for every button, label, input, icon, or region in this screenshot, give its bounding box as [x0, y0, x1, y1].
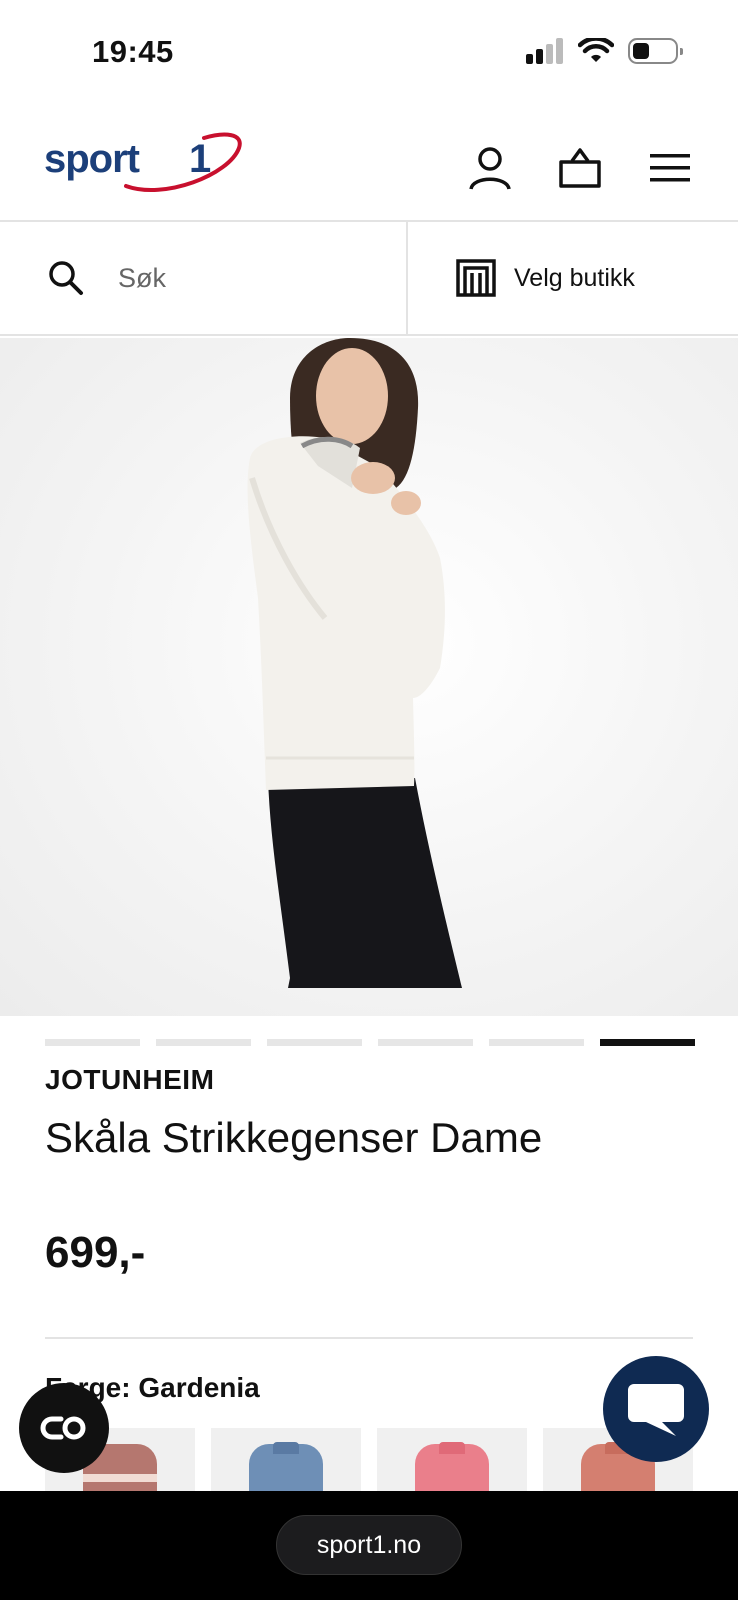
- carousel-dot[interactable]: [45, 1039, 140, 1046]
- site-header: sport 1: [0, 100, 738, 222]
- color-swatch[interactable]: [211, 1428, 361, 1492]
- search-row: Søk Velg butikk: [0, 222, 738, 336]
- carousel-dot[interactable]: [489, 1039, 584, 1046]
- carousel-dot-active[interactable]: [600, 1039, 695, 1046]
- chat-button[interactable]: [603, 1356, 709, 1462]
- chat-bubble-icon: [628, 1384, 684, 1436]
- store-icon: [456, 259, 496, 297]
- search-icon: [49, 261, 83, 295]
- product-brand[interactable]: JOTUNHEIM: [45, 1064, 214, 1096]
- basket-icon[interactable]: [556, 144, 604, 192]
- product-image[interactable]: [0, 338, 738, 1016]
- account-icon[interactable]: [466, 144, 514, 192]
- select-store-button[interactable]: Velg butikk: [408, 222, 738, 334]
- url-bar[interactable]: sport1.no: [276, 1515, 462, 1575]
- search-input[interactable]: Søk: [0, 222, 408, 334]
- divider: [45, 1337, 693, 1339]
- wifi-icon: [578, 38, 614, 62]
- product-name: Skåla Strikkegenser Dame: [45, 1114, 543, 1161]
- carousel-dot[interactable]: [378, 1039, 473, 1046]
- color-swatch[interactable]: [377, 1428, 527, 1492]
- search-placeholder: Søk: [118, 262, 167, 293]
- accessibility-button[interactable]: [19, 1383, 109, 1473]
- accessibility-icon: [40, 1416, 86, 1440]
- carousel-dot[interactable]: [156, 1039, 251, 1046]
- sport1-logo[interactable]: sport 1: [44, 130, 244, 194]
- image-carousel-indicator: [45, 1039, 695, 1046]
- color-swatches: [45, 1428, 693, 1492]
- product-photo-illustration: [247, 338, 462, 988]
- status-time: 19:45: [92, 34, 174, 69]
- status-bar: 19:45: [0, 0, 738, 100]
- signal-icon: [526, 38, 563, 64]
- browser-bar: sport1.no: [0, 1491, 738, 1600]
- url-text: sport1.no: [316, 1530, 422, 1559]
- menu-icon[interactable]: [646, 144, 694, 192]
- select-store-label: Velg butikk: [514, 263, 635, 292]
- svg-text:sport: sport: [44, 137, 140, 181]
- battery-icon: [628, 38, 683, 64]
- status-icons: [526, 38, 683, 64]
- product-price: 699,-: [45, 1228, 146, 1277]
- carousel-dot[interactable]: [267, 1039, 362, 1046]
